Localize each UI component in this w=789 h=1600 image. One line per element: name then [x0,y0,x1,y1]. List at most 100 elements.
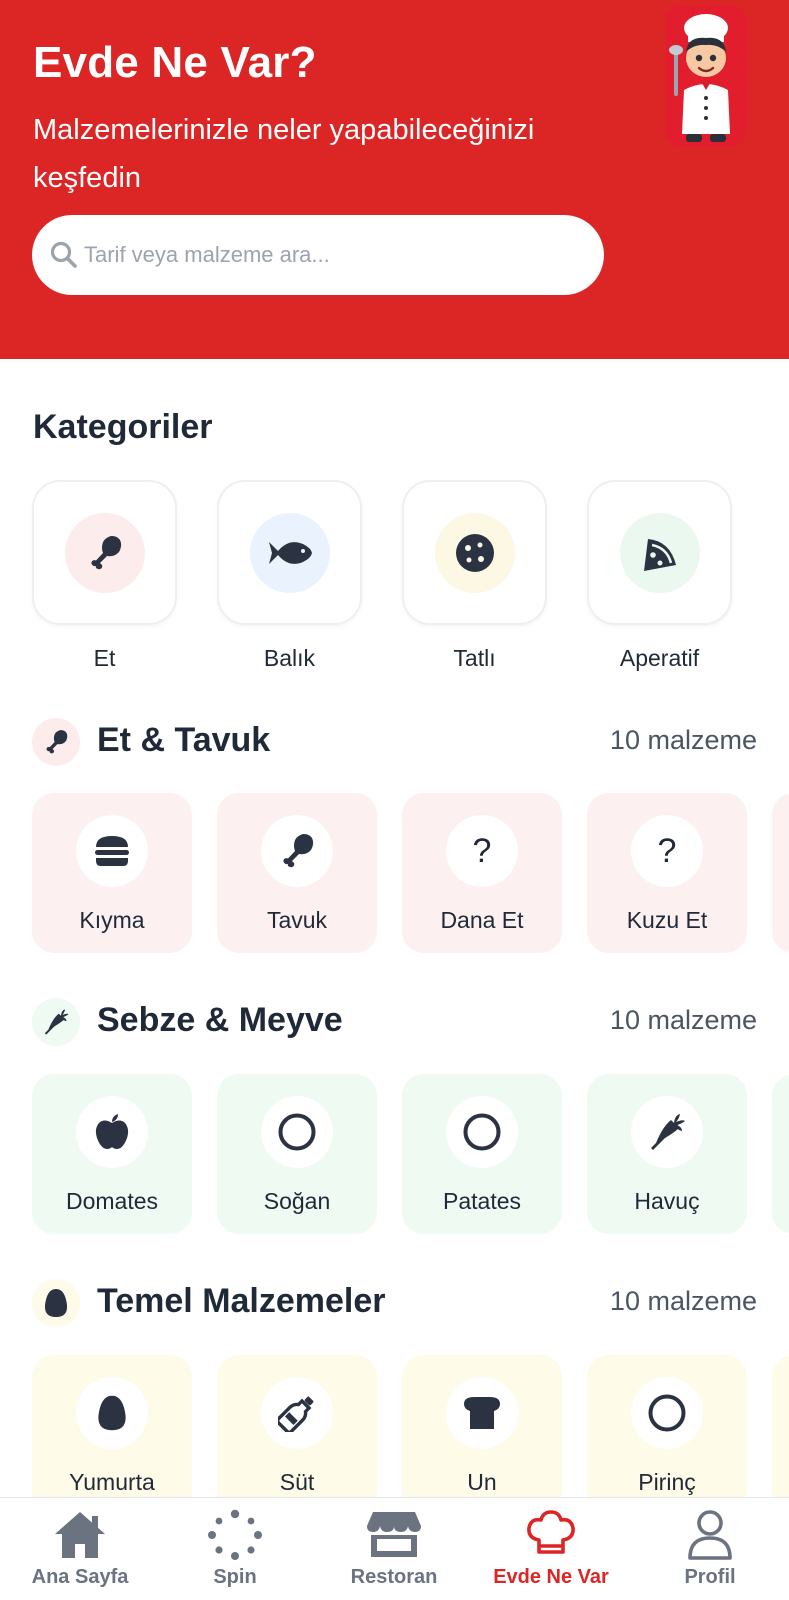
ingredient-card-sut[interactable]: Süt [217,1355,377,1515]
ingredient-label: Un [467,1469,497,1495]
ingredient-label: Süt [279,1469,315,1495]
cookie-icon [455,533,494,572]
drumstick-icon [46,730,68,754]
nav-item-spin[interactable]: Spin [165,1508,305,1589]
app-screen: Evde Ne Var? Malzemelerinizle neler yapa… [0,0,789,1600]
ingredient-icon-bg [76,1377,148,1449]
search-input[interactable] [84,242,544,268]
ingredient-icon-bg [446,1096,518,1168]
ingredient-card-partial[interactable] [772,1074,789,1234]
nav-item-profil[interactable]: Profil [640,1508,780,1589]
nav-label: Spin [213,1566,257,1588]
carrot-icon [651,1114,685,1150]
ingredient-label: Havuç [634,1188,700,1214]
category-tatli[interactable]: Tatlı [402,480,547,672]
chef-mascot-logo [666,6,746,146]
group-count: 10 malzeme [609,725,757,755]
drumstick-icon [283,834,314,868]
ingredient-icon-bg [76,815,148,887]
ingredient-card-yumurta[interactable]: Yumurta [32,1355,192,1515]
ingredient-icon-bg [631,1377,703,1449]
nav-label: Evde Ne Var [493,1566,609,1588]
category-label: Tatlı [453,645,496,671]
drumstick-icon [90,535,121,569]
ingredient-label: Kıyma [79,907,145,933]
ingredient-label: Dana Et [440,907,524,933]
ingredient-card-un[interactable]: Un [402,1355,562,1515]
egg-icon [98,1395,126,1431]
ingredient-label: Tavuk [266,907,328,933]
category-label: Balık [263,645,316,671]
spinner-icon [208,1509,262,1560]
ingredient-card-sogan[interactable]: Soğan [217,1074,377,1234]
ingredient-row-temel-malzemeler: Yumurta Süt Un Pirinç [32,1355,789,1517]
ingredient-icon-bg [631,1096,703,1168]
ingredient-icon-bg [261,1377,333,1449]
user-icon [688,1510,732,1560]
ingredient-card-dana-et[interactable]: ? Dana Et [402,793,562,953]
home-icon [55,1512,105,1558]
group-badge [32,1279,80,1327]
ingredient-icon-bg [446,1377,518,1449]
group-badge [32,718,80,766]
ingredient-label: Patates [443,1188,521,1214]
ingredient-card-partial[interactable] [772,1355,789,1515]
ingredient-row-et-tavuk: Kıyma Tavuk ? Dana Et ? Kuzu Et [32,793,789,955]
search-bar[interactable] [32,215,604,295]
category-icon-bg [64,512,145,593]
group-count: 10 malzeme [609,1286,757,1316]
category-balik[interactable]: Balık [217,480,362,672]
category-aperatif[interactable]: Aperatif [587,480,732,672]
category-label: Et [93,645,116,671]
category-card[interactable] [32,480,177,625]
ingredient-card-havuc[interactable]: Havuç [587,1074,747,1234]
circle-icon [463,1113,501,1151]
search-icon [50,241,77,268]
group-header-temel-malzemeler: Temel Malzemeler 10 malzeme [32,1278,757,1328]
egg-icon [44,1289,68,1317]
group-title: Temel Malzemeler [97,1282,386,1320]
nav-label: Profil [684,1566,736,1588]
ingredient-card-kuzu-et[interactable]: ? Kuzu Et [587,793,747,953]
group-title: Sebze & Meyve [97,1001,343,1039]
categories-title: Kategoriler [33,408,213,446]
nav-item-evde-ne-var[interactable]: Evde Ne Var [481,1508,621,1589]
category-label: Aperatif [619,645,700,671]
group-header-et-tavuk: Et & Tavuk 10 malzeme [32,717,757,767]
nav-label: Ana Sayfa [31,1566,129,1588]
nav-item-restoran[interactable]: Restoran [324,1508,464,1589]
ingredient-card-pirinc[interactable]: Pirinç [587,1355,747,1515]
nav-label: Restoran [350,1566,438,1588]
ingredient-card-tavuk[interactable]: Tavuk [217,793,377,953]
chef-hat-icon [527,1510,575,1554]
ingredient-icon-bg [261,815,333,887]
ingredient-label: Pirinç [638,1469,696,1495]
group-badge [32,998,80,1046]
page-subtitle: Malzemelerinizle neler yapabileceğinizi … [33,114,535,194]
group-count: 10 malzeme [609,1005,757,1035]
ingredient-card-kiyma[interactable]: Kıyma [32,793,192,953]
category-icon-bg [434,512,515,593]
category-icon-bg [619,512,700,593]
fish-icon [268,541,312,564]
ingredient-card-patates[interactable]: Patates [402,1074,562,1234]
category-card[interactable] [217,480,362,625]
ingredient-label: Soğan [263,1188,331,1214]
nav-item-ana-sayfa[interactable]: Ana Sayfa [10,1508,150,1589]
category-card[interactable] [402,480,547,625]
header-banner: Evde Ne Var? Malzemelerinizle neler yapa… [0,0,789,359]
category-icon-bg [249,512,330,593]
ingredient-label: Domates [65,1188,159,1214]
ingredient-label: Yumurta [69,1469,155,1495]
pizza-slice-icon [643,538,676,571]
ingredient-card-partial[interactable] [772,793,789,953]
ingredient-card-domates[interactable]: Domates [32,1074,192,1234]
category-et[interactable]: Et [32,480,177,672]
bread-icon [464,1397,500,1429]
apple-icon [95,1114,129,1149]
ingredient-icon-bg [76,1096,148,1168]
bottom-navigation: Ana Sayfa Spin Restoran Evde Ne Var Prof… [0,1497,789,1600]
category-card[interactable] [587,480,732,625]
ingredient-icon-bg [261,1096,333,1168]
page-title: Evde Ne Var? [33,38,317,87]
